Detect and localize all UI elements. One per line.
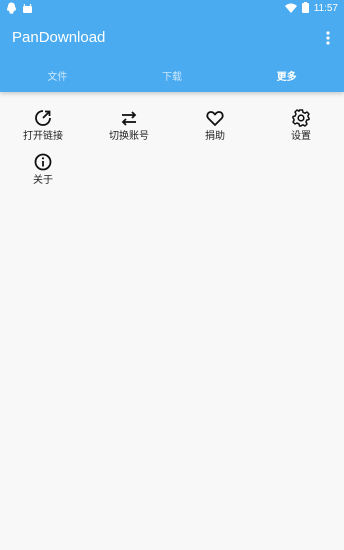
tab-files[interactable]: 文件 <box>0 58 115 92</box>
about-button[interactable]: 关于 <box>0 152 86 190</box>
battery-icon <box>301 2 309 16</box>
status-time: 11:57 <box>313 3 338 14</box>
tab-more[interactable]: 更多 <box>229 58 344 92</box>
tab-bar: 文件 下载 更多 <box>0 58 344 92</box>
tab-downloads[interactable]: 下载 <box>115 58 230 92</box>
settings-button[interactable]: 设置 <box>258 108 344 146</box>
info-icon <box>34 153 52 171</box>
toolbar: PanDownload <box>0 22 344 56</box>
open-link-icon <box>35 110 51 126</box>
gear-icon <box>292 109 310 127</box>
status-bar: 11:57 <box>0 0 344 18</box>
more-vertical-icon[interactable] <box>320 28 336 48</box>
donate-button[interactable]: 捐助 <box>172 108 258 146</box>
open-link-label: 打开链接 <box>23 131 63 142</box>
settings-label: 设置 <box>291 131 311 142</box>
more-menu-grid: 打开链接 切换账号 捐助 设置 关于 <box>0 108 344 190</box>
switch-account-icon <box>121 111 137 126</box>
heart-icon <box>206 111 224 126</box>
qq-icon <box>6 2 17 17</box>
donate-label: 捐助 <box>205 131 225 142</box>
android-icon <box>22 3 33 17</box>
app-header: 11:57 PanDownload 文件 下载 更多 <box>0 0 344 92</box>
open-link-button[interactable]: 打开链接 <box>0 108 86 146</box>
wifi-icon <box>284 3 297 16</box>
app-title: PanDownload <box>12 29 106 46</box>
switch-account-label: 切换账号 <box>109 131 149 142</box>
about-label: 关于 <box>33 175 53 186</box>
switch-account-button[interactable]: 切换账号 <box>86 108 172 146</box>
